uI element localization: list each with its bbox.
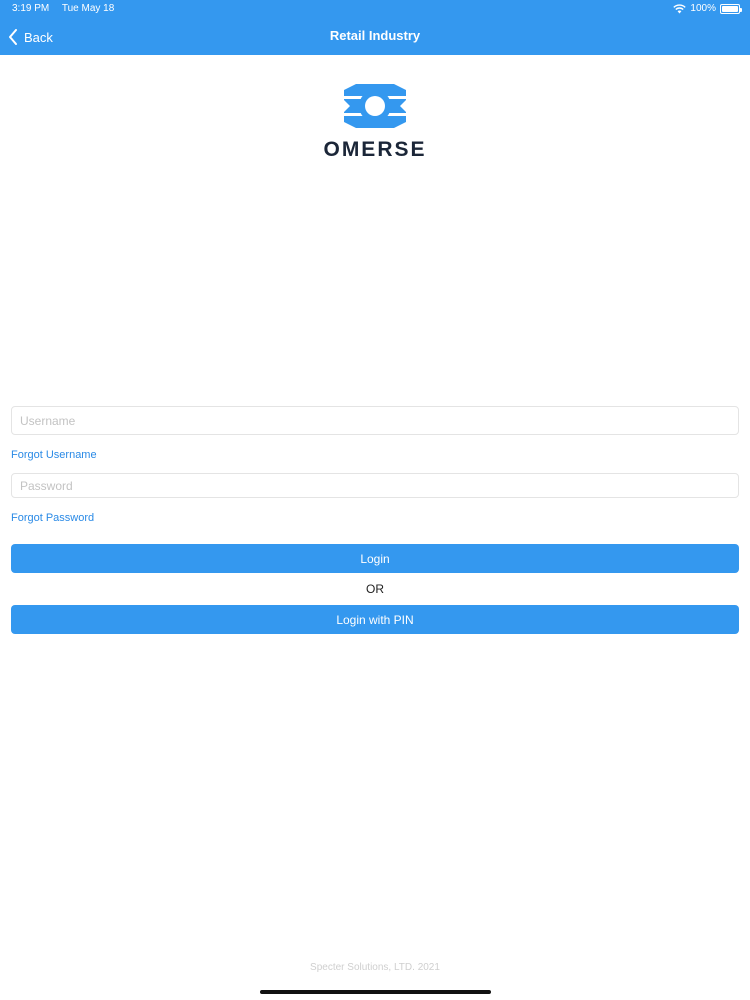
battery-icon — [720, 3, 742, 14]
status-date: Tue May 18 — [61, 3, 115, 14]
forgot-username-link[interactable]: Forgot Username — [11, 449, 97, 461]
username-input[interactable] — [11, 406, 739, 435]
battery-percent: 100% — [690, 3, 716, 14]
omerse-logo: OMERSE — [300, 80, 450, 170]
home-indicator[interactable] — [260, 990, 491, 994]
wifi-icon — [673, 3, 687, 13]
login-with-pin-button[interactable]: Login with PIN — [11, 605, 739, 634]
password-input[interactable] — [11, 473, 739, 498]
page-title: Retail Industry — [329, 28, 421, 43]
forgot-password-link[interactable]: Forgot Password — [11, 512, 94, 524]
copyright-text: Specter Solutions, LTD. 2021 — [310, 962, 440, 973]
login-button[interactable]: Login — [11, 544, 739, 573]
login-screen: 3:19 PM Tue May 18 100% Back Retail Indu… — [0, 0, 750, 1000]
or-divider: OR — [366, 582, 384, 596]
omerse-logo-mark — [344, 84, 406, 128]
status-time: 3:19 PM — [12, 3, 50, 14]
brand-name: OMERSE — [323, 138, 427, 161]
header: 3:19 PM Tue May 18 100% Back Retail Indu… — [0, 0, 750, 55]
status-bar-right: 100% — [673, 3, 742, 14]
status-bar-left: 3:19 PM Tue May 18 — [12, 3, 124, 14]
battery-fill — [722, 5, 738, 12]
